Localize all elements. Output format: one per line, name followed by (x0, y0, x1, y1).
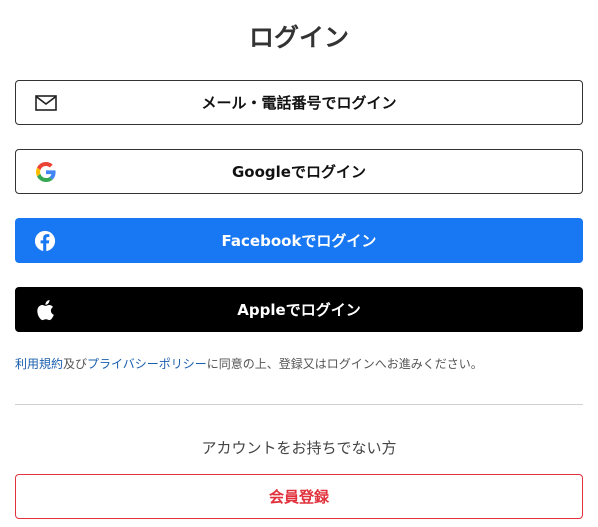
facebook-login-button[interactable]: Facebookでログイン (15, 218, 583, 263)
google-icon (34, 160, 58, 184)
privacy-policy-link[interactable]: プライバシーポリシー (87, 357, 207, 371)
terms-link[interactable]: 利用規約 (15, 357, 63, 371)
email-login-button[interactable]: メール・電話番号でログイン (15, 80, 583, 125)
terms-notice: 利用規約及びプライバシーポリシーに同意の上、登録又はログインへお進みください。 (15, 355, 585, 373)
facebook-icon (33, 229, 57, 253)
google-login-button[interactable]: Googleでログイン (15, 149, 583, 194)
no-account-prompt: アカウントをお持ちでない方 (201, 439, 397, 457)
google-login-label: Googleでログイン (232, 162, 366, 181)
apple-login-button[interactable]: Appleでログイン (15, 287, 583, 332)
email-login-label: メール・電話番号でログイン (201, 93, 397, 112)
facebook-login-label: Facebookでログイン (221, 231, 377, 250)
mail-icon (34, 91, 58, 115)
register-button[interactable]: 会員登録 (15, 474, 583, 519)
apple-login-label: Appleでログイン (237, 300, 361, 319)
terms-rest-text: に同意の上、登録又はログインへお進みください。 (206, 357, 483, 371)
terms-and-text: 及び (63, 357, 88, 371)
page-title: ログイン (248, 23, 349, 52)
apple-icon (33, 298, 57, 322)
register-label: 会員登録 (268, 487, 329, 506)
divider (15, 404, 583, 405)
